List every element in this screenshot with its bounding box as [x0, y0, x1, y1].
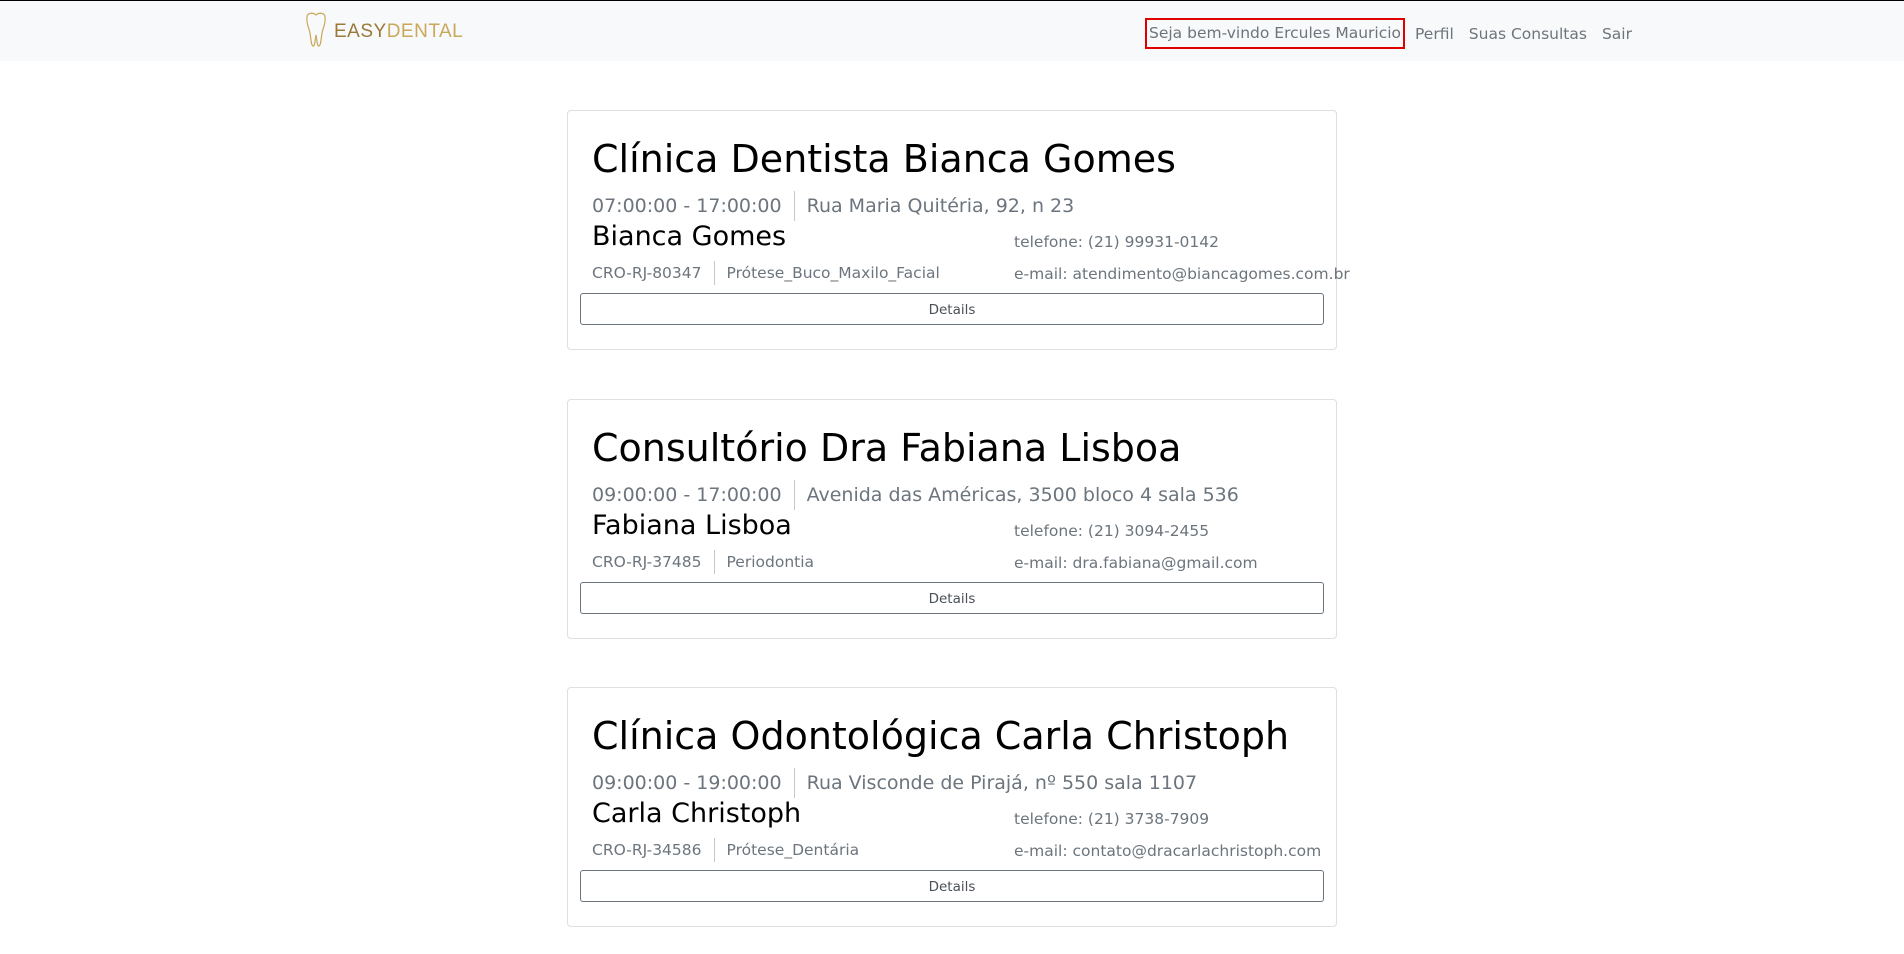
- doctor-meta: CRO-RJ-37485 Periodontia: [592, 550, 814, 574]
- tooth-icon: [302, 11, 330, 53]
- divider: [793, 480, 795, 510]
- divider: [793, 191, 795, 221]
- doctor-name: Carla Christoph: [592, 798, 802, 829]
- clinic-phone: telefone: (21) 3738-7909: [1014, 810, 1210, 828]
- navbar: EASYDENTAL Seja bem-vindo Ercules Mauric…: [0, 0, 1904, 61]
- clinic-address: Rua Visconde de Pirajá, nº 550 sala 1107: [806, 772, 1198, 794]
- clinic-phone: telefone: (21) 99931-0142: [1014, 233, 1219, 251]
- clinic-meta: 07:00:00 - 17:00:00 Rua Maria Quitéria, …: [592, 191, 1074, 221]
- doctor-specialty: Prótese_Dentária: [726, 841, 860, 859]
- divider: [713, 261, 715, 285]
- doctor-cro: CRO-RJ-80347: [592, 264, 702, 282]
- doctor-specialty: Prótese_Buco_Maxilo_Facial: [726, 264, 940, 282]
- brand-logo[interactable]: EASYDENTAL: [302, 11, 464, 53]
- clinic-card: Clínica Dentista Bianca Gomes 07:00:00 -…: [567, 110, 1350, 350]
- clinic-name: Consultório Dra Fabiana Lisboa: [592, 426, 1182, 470]
- doctor-meta: CRO-RJ-34586 Prótese_Dentária: [592, 838, 859, 862]
- clinic-meta: 09:00:00 - 17:00:00 Avenida das Américas…: [592, 480, 1239, 510]
- doctor-name: Fabiana Lisboa: [592, 510, 792, 541]
- brand-name: EASYDENTAL: [334, 21, 464, 42]
- clinic-name: Clínica Odontológica Carla Christoph: [592, 714, 1290, 758]
- doctor-cro: CRO-RJ-34586: [592, 841, 702, 859]
- details-button[interactable]: Details: [580, 870, 1324, 902]
- divider: [793, 768, 795, 798]
- doctor-cro: CRO-RJ-37485: [592, 553, 702, 571]
- clinic-email: e-mail: contato@dracarlachristoph.com: [1014, 842, 1322, 860]
- clinic-hours: 09:00:00 - 19:00:00: [592, 772, 782, 794]
- details-button[interactable]: Details: [580, 582, 1324, 614]
- welcome-link[interactable]: Seja bem-vindo Ercules Mauricio: [1145, 18, 1406, 49]
- nav-link-perfil[interactable]: Perfil: [1415, 25, 1454, 43]
- doctor-meta: CRO-RJ-80347 Prótese_Buco_Maxilo_Facial: [592, 261, 940, 285]
- clinic-email: e-mail: dra.fabiana@gmail.com: [1014, 554, 1258, 572]
- clinic-card: Consultório Dra Fabiana Lisboa 09:00:00 …: [567, 399, 1337, 639]
- nav-links: Seja bem-vindo Ercules Mauricio Perfil S…: [1145, 18, 1647, 49]
- nav-link-suas-consultas[interactable]: Suas Consultas: [1469, 25, 1587, 43]
- divider: [713, 838, 715, 862]
- details-button[interactable]: Details: [580, 293, 1324, 325]
- clinic-hours: 07:00:00 - 17:00:00: [592, 195, 782, 217]
- clinic-card: Clínica Odontológica Carla Christoph 09:…: [567, 687, 1337, 927]
- clinic-meta: 09:00:00 - 19:00:00 Rua Visconde de Pira…: [592, 768, 1197, 798]
- divider: [713, 550, 715, 574]
- clinic-name: Clínica Dentista Bianca Gomes: [592, 137, 1176, 181]
- nav-link-sair[interactable]: Sair: [1602, 25, 1632, 43]
- doctor-name: Bianca Gomes: [592, 221, 787, 252]
- doctor-specialty: Periodontia: [726, 553, 815, 571]
- clinic-address: Avenida das Américas, 3500 bloco 4 sala …: [806, 484, 1239, 506]
- clinic-hours: 09:00:00 - 17:00:00: [592, 484, 782, 506]
- clinic-address: Rua Maria Quitéria, 92, n 23: [806, 195, 1075, 217]
- clinic-phone: telefone: (21) 3094-2455: [1014, 522, 1210, 540]
- clinic-email: e-mail: atendimento@biancagomes.com.br: [1014, 265, 1350, 283]
